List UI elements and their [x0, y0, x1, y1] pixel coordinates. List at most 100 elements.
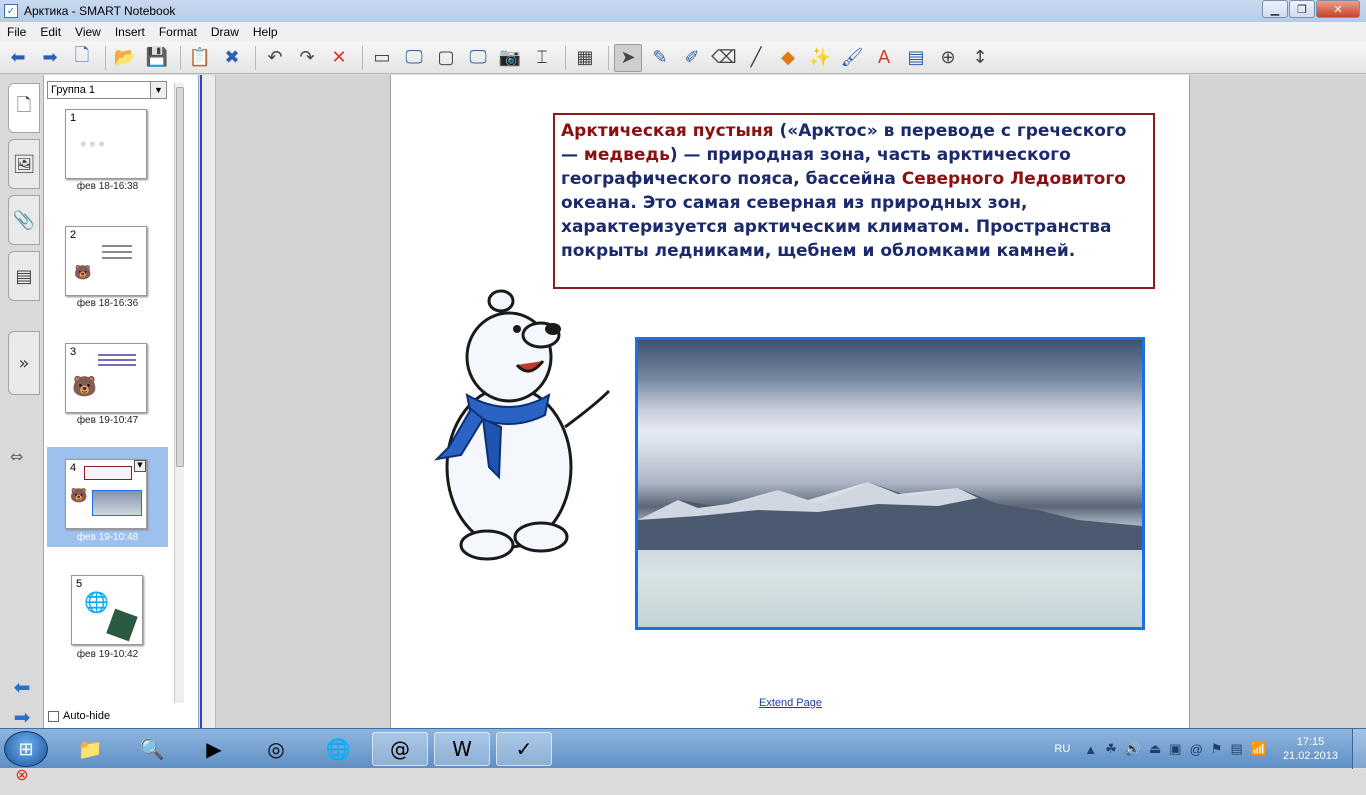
page-thumbnail[interactable]: 1 ❄ ❄ ❄ — [65, 109, 147, 179]
volume-icon[interactable]: 🔊 — [1125, 741, 1141, 757]
full-screen-icon[interactable]: 🖵 — [400, 44, 428, 72]
save-icon[interactable]: 💾 — [143, 44, 171, 72]
display-icon[interactable]: ▣ — [1169, 741, 1181, 757]
autohide-checkbox[interactable]: Auto-hide — [48, 710, 110, 722]
sorter-scrollbar[interactable] — [174, 83, 184, 703]
device-icon[interactable]: ▤ — [1230, 741, 1242, 757]
collapse-panel-handle[interactable]: » — [8, 331, 40, 395]
at-icon[interactable]: @ — [1190, 742, 1203, 757]
page-thumbnail[interactable]: 4 ▼ 🐻 — [65, 459, 147, 529]
properties-tab[interactable]: ▤ — [8, 251, 40, 301]
creative-pen-icon[interactable]: ✐ — [678, 44, 706, 72]
fill-icon[interactable]: 🖌 — [838, 44, 866, 72]
add-page-icon[interactable]: 🗋 — [68, 44, 96, 72]
show-hidden-icons-icon[interactable]: ▲ — [1084, 742, 1097, 757]
screen-capture-icon[interactable]: 📷 — [496, 44, 524, 72]
redo-icon[interactable]: ↷ — [293, 44, 321, 72]
menu-view[interactable]: View — [68, 25, 108, 39]
menu-edit[interactable]: Edit — [33, 25, 68, 39]
tray-app-icon[interactable]: ☘ — [1105, 741, 1117, 757]
thumbnail-date: фев 18-16:36 — [76, 298, 139, 309]
gallery-tab[interactable]: 🖼 — [8, 139, 40, 189]
screen-shade-icon[interactable]: ▭ — [368, 44, 396, 72]
page-thumbnail[interactable]: 2 🐻 — [65, 226, 147, 296]
text-preview — [84, 466, 132, 480]
page-thumbnail[interactable]: 5 🌐 — [71, 575, 143, 645]
language-indicator[interactable]: RU — [1054, 743, 1070, 755]
main-toolbar: ⬅ ➡ 🗋 📂 💾 📋 ✖ ↶ ↷ ✕ ▭ 🖵 ▢ 🖵 📷 ⌶ ▦ ➤ ✎ ✐ … — [0, 42, 1366, 74]
magic-pen-icon[interactable]: ✨ — [806, 44, 834, 72]
menu-format[interactable]: Format — [152, 25, 204, 39]
usb-icon[interactable]: ⏏ — [1149, 741, 1161, 757]
network-icon[interactable]: 📶 — [1251, 741, 1267, 757]
thumbnail-number: 1 — [70, 112, 77, 124]
dual-page-icon[interactable]: 🖵 — [464, 44, 492, 72]
word-icon[interactable]: W — [434, 732, 490, 766]
shapes-icon[interactable]: ◆ — [774, 44, 802, 72]
attachments-tab[interactable]: 📎 — [8, 195, 40, 245]
notebook-page[interactable]: Арктическая пустыня («Арктос» в переводе… — [390, 75, 1190, 728]
bear-icon: 🐻 — [74, 265, 92, 281]
minimize-button[interactable]: ▁ — [1262, 0, 1288, 18]
smart-notebook-taskbar-icon[interactable]: ✓ — [496, 732, 552, 766]
group-dropdown[interactable]: Группа 1 ▼ — [47, 81, 167, 99]
previous-page-icon[interactable]: ⬅ — [6, 675, 38, 705]
document-camera-icon[interactable]: ⌶ — [528, 44, 556, 72]
arctic-landscape-photo[interactable] — [635, 337, 1145, 630]
open-file-icon[interactable]: 📂 — [111, 44, 139, 72]
delete-page-icon[interactable]: ✖ — [218, 44, 246, 72]
undo-icon[interactable]: ↶ — [261, 44, 289, 72]
image-preview — [92, 490, 142, 516]
eraser-icon[interactable]: ⌫ — [710, 44, 738, 72]
extend-page-link[interactable]: Extend Page — [759, 697, 822, 709]
delete-page-small-icon[interactable]: ⊗ — [6, 765, 38, 795]
thumbnail-number: 5 — [76, 578, 83, 590]
maximize-button[interactable]: ❐ — [1289, 0, 1315, 18]
search-globe-icon[interactable]: 🔍 — [124, 732, 180, 766]
properties-icon[interactable]: ▤ — [902, 44, 930, 72]
close-button[interactable]: ✕ — [1316, 0, 1360, 18]
show-desktop-button[interactable] — [1352, 729, 1366, 769]
thumbnail-page-4[interactable]: 4 ▼ 🐻 фев 19-10:48 — [47, 447, 168, 547]
transparent-background-icon[interactable]: ▢ — [432, 44, 460, 72]
chevron-down-icon[interactable]: ▼ — [150, 82, 166, 98]
icq-icon[interactable]: @ — [372, 732, 428, 766]
toolbar-separator — [362, 45, 363, 70]
bear-icon: 🐻 — [72, 374, 97, 398]
menu-draw[interactable]: Draw — [204, 25, 246, 39]
toolbar-separator — [608, 45, 609, 70]
pen-icon[interactable]: ✎ — [646, 44, 674, 72]
text-icon[interactable]: A — [870, 44, 898, 72]
forward-arrow-icon[interactable]: ➡ — [36, 44, 64, 72]
scrollbar-thumb[interactable] — [176, 87, 184, 467]
media-player-icon[interactable]: ▶ — [186, 732, 242, 766]
page-sorter-tab[interactable]: 🗋 — [8, 83, 40, 133]
menu-help[interactable]: Help — [246, 25, 285, 39]
page-thumbnail[interactable]: 3 🐻 — [65, 343, 147, 413]
move-toolbar-icon[interactable]: ↕ — [966, 44, 994, 72]
chrome-icon[interactable]: 🌐 — [310, 732, 366, 766]
polar-bear-illustration[interactable] — [409, 287, 614, 567]
text-lines — [102, 245, 132, 247]
back-arrow-icon[interactable]: ⬅ — [4, 44, 32, 72]
file-explorer-icon[interactable]: 📁 — [62, 732, 118, 766]
description-textbox[interactable]: Арктическая пустыня («Арктос» в переводе… — [553, 113, 1155, 289]
checkbox-box[interactable] — [48, 710, 59, 722]
select-icon[interactable]: ➤ — [614, 43, 642, 72]
menu-file[interactable]: File — [0, 25, 33, 39]
line-icon[interactable]: ╱ — [742, 44, 770, 72]
network-app-icon[interactable]: ◎ — [248, 732, 304, 766]
measurement-tools-icon[interactable]: ⊕ — [934, 44, 962, 72]
table-icon[interactable]: ▦ — [571, 44, 599, 72]
clock[interactable]: 17:15 21.02.2013 — [1283, 735, 1338, 763]
windows-start-icon[interactable]: ⊞ — [4, 731, 48, 767]
flag-icon[interactable]: ⚑ — [1211, 741, 1223, 757]
thumbnail-menu-icon[interactable]: ▼ — [134, 460, 146, 472]
resize-panel-icon[interactable]: ⇔ — [10, 447, 23, 466]
paste-icon[interactable]: 📋 — [186, 44, 214, 72]
menu-insert[interactable]: Insert — [108, 25, 152, 39]
workspace-scrollbar[interactable] — [200, 75, 216, 728]
window-title: Арктика - SMART Notebook — [24, 4, 176, 18]
smart-notebook-icon: ✓ — [4, 4, 18, 18]
delete-icon[interactable]: ✕ — [325, 44, 353, 72]
